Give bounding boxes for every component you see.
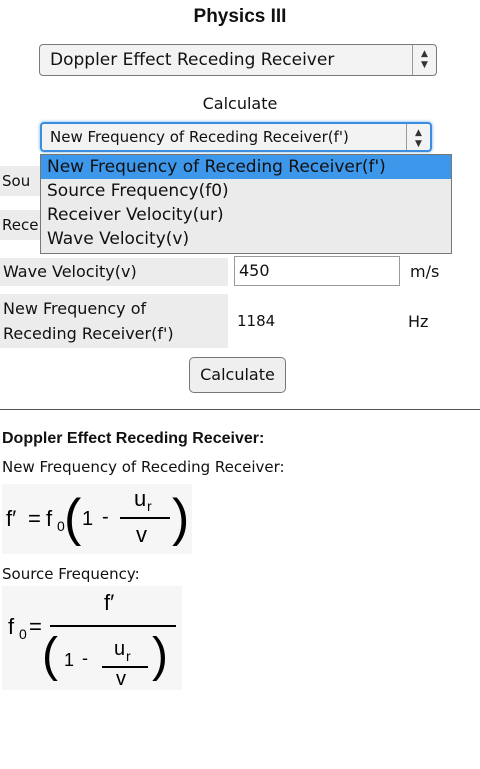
formula1-one: 1 xyxy=(82,508,94,530)
right-paren: ) xyxy=(152,629,168,682)
receiver-velocity-label: Rece xyxy=(0,210,40,240)
calculate-select[interactable]: New Frequency of Receding Receiver(f') ▲… xyxy=(40,122,432,152)
left-paren: ( xyxy=(42,629,58,682)
result-label-line2: Receding Receiver(f') xyxy=(3,324,174,343)
wave-velocity-unit: m/s xyxy=(410,262,440,281)
formula2-num: f′ xyxy=(104,590,115,615)
formula-source-frequency: f 0 = f′ ( 1 - u r v ) xyxy=(2,586,182,690)
dropdown-option[interactable]: Source Frequency(f0) xyxy=(41,179,451,203)
right-paren: ) xyxy=(172,489,190,547)
formula2-inner-num: u xyxy=(114,638,126,660)
spinner-icon: ▲ ▼ xyxy=(406,124,430,150)
source-frequency-label: Sou xyxy=(0,166,40,196)
formula2-lhs-sub: 0 xyxy=(19,626,27,642)
calculate-label: Calculate xyxy=(202,94,278,113)
fraction-bar xyxy=(120,517,170,519)
formula1-f: f xyxy=(46,506,53,531)
topic-select-value: Doppler Effect Receding Receiver xyxy=(50,50,335,70)
calculate-select-value: New Frequency of Receding Receiver(f') xyxy=(50,128,349,146)
spinner-icon: ▲ ▼ xyxy=(412,45,436,75)
result-unit: Hz xyxy=(408,312,429,331)
info-heading: Doppler Effect Receding Receiver: xyxy=(2,430,265,447)
wave-velocity-label: Wave Velocity(v) xyxy=(0,258,228,286)
formula1-equals: = xyxy=(28,506,41,531)
formula2-one: 1 xyxy=(64,650,75,670)
dropdown-option[interactable]: New Frequency of Receding Receiver(f') xyxy=(41,155,451,179)
formula1-lhs: f′ xyxy=(6,506,17,531)
topic-select[interactable]: Doppler Effect Receding Receiver ▲ ▼ xyxy=(39,44,437,76)
dropdown-option[interactable]: Receiver Velocity(ur) xyxy=(41,203,451,227)
formula1-den: v xyxy=(136,522,147,547)
left-paren: ( xyxy=(64,489,82,547)
formula1-num-sub: r xyxy=(147,498,152,514)
formula2-lhs: f xyxy=(8,614,15,639)
formula2-equals: = xyxy=(29,614,42,639)
calculate-dropdown-list[interactable]: New Frequency of Receding Receiver(f') S… xyxy=(40,154,452,254)
info-subheading-source-frequency: Source Frequency: xyxy=(2,565,140,583)
formula-new-frequency: f′ = f 0 ( 1 - u r v ) xyxy=(2,484,192,554)
result-label: New Frequency of Receding Receiver(f') xyxy=(0,294,228,348)
dropdown-option[interactable]: Wave Velocity(v) xyxy=(41,227,451,251)
formula2-inner-num-sub: r xyxy=(126,648,131,664)
fraction-bar xyxy=(50,625,176,627)
divider xyxy=(0,409,480,410)
calculate-button[interactable]: Calculate xyxy=(189,357,286,393)
formula1-minus: - xyxy=(102,506,109,528)
app-title: Physics III xyxy=(193,6,287,27)
formula2-inner-den: v xyxy=(116,668,126,690)
info-subheading-new-frequency: New Frequency of Receding Receiver: xyxy=(2,458,285,476)
formula2-minus: - xyxy=(82,648,88,668)
formula1-num: u xyxy=(134,486,147,511)
wave-velocity-input[interactable]: 450 xyxy=(234,256,400,286)
result-value: 1184 xyxy=(237,312,276,330)
result-label-line1: New Frequency of xyxy=(3,299,147,318)
